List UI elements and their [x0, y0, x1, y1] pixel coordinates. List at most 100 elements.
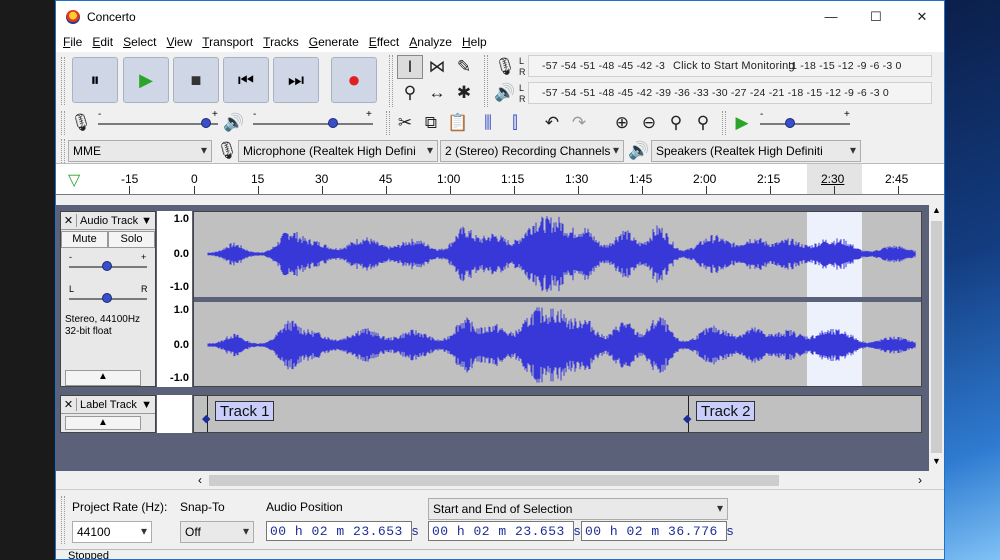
- toolbar-grip[interactable]: [61, 57, 65, 105]
- meter-grip[interactable]: [484, 55, 488, 107]
- undo-icon[interactable]: ↶: [539, 111, 565, 135]
- zoom-in-icon[interactable]: ⊕: [609, 111, 635, 135]
- track-area: ✕ Audio Track ▼ Mute Solo - + L R Stereo…: [56, 205, 929, 471]
- menu-select[interactable]: Select: [118, 35, 161, 49]
- silence-icon[interactable]: ⫿: [502, 111, 528, 135]
- selection-start-control[interactable]: 00 h 02 m 23.653 s: [428, 521, 581, 541]
- scroll-left-icon[interactable]: ‹: [193, 473, 207, 487]
- channels-select[interactable]: 2 (Stereo) Recording Channels: [440, 140, 624, 162]
- project-rate-select[interactable]: 44100: [72, 521, 152, 543]
- maximize-button[interactable]: ☐: [853, 1, 899, 32]
- skip-to-end-button[interactable]: ⏭: [273, 57, 319, 103]
- playback-volume-slider[interactable]: [253, 123, 373, 125]
- label-track-menu-chevron-icon[interactable]: ▼: [141, 399, 155, 411]
- playback-volume-thumb[interactable]: [328, 118, 338, 128]
- menu-generate[interactable]: Generate: [304, 35, 364, 49]
- desktop-left: [0, 0, 55, 560]
- selection-grip[interactable]: [61, 496, 65, 544]
- label-2-handle-icon[interactable]: ◆: [683, 412, 691, 425]
- record-volume-thumb[interactable]: [201, 118, 211, 128]
- menu-edit[interactable]: Edit: [87, 35, 118, 49]
- play-speed-thumb[interactable]: [785, 118, 795, 128]
- selection-tool-icon[interactable]: I: [397, 55, 423, 79]
- menu-help[interactable]: Help: [457, 35, 492, 49]
- audio-track-name[interactable]: Audio Track: [77, 215, 141, 227]
- mute-button[interactable]: Mute: [61, 231, 108, 248]
- close-track-icon[interactable]: ✕: [61, 214, 77, 227]
- pause-button[interactable]: ⏸: [72, 57, 118, 103]
- tools-grip[interactable]: [389, 55, 393, 107]
- scroll-right-icon[interactable]: ›: [913, 473, 927, 487]
- zoom-out-icon[interactable]: ⊖: [636, 111, 662, 135]
- collapse-track-icon[interactable]: ▲: [65, 370, 141, 386]
- pan-thumb[interactable]: [102, 293, 112, 303]
- collapse-label-track-icon[interactable]: ▲: [65, 416, 141, 430]
- mixer-grip[interactable]: [61, 111, 65, 135]
- multi-tool-icon[interactable]: ✱: [451, 81, 477, 105]
- ruler-tick: 1:45: [629, 172, 653, 186]
- solo-button[interactable]: Solo: [108, 231, 155, 248]
- input-device-select[interactable]: Microphone (Realtek High Defini: [238, 140, 438, 162]
- snap-to-select[interactable]: Off: [180, 521, 254, 543]
- playback-meter-icon[interactable]: 🔊: [492, 81, 518, 105]
- pinned-play-head-icon[interactable]: ▽: [68, 170, 80, 190]
- play-button[interactable]: ▶: [123, 57, 169, 103]
- minimize-button[interactable]: —: [808, 1, 854, 32]
- vertical-scroll-thumb[interactable]: [931, 221, 942, 453]
- device-grip[interactable]: [61, 139, 65, 163]
- play-speed-slider[interactable]: [760, 123, 850, 125]
- audio-waveform[interactable]: [193, 211, 922, 387]
- audio-position-control[interactable]: 00 h 02 m 23.653 s: [266, 521, 419, 541]
- fit-project-icon[interactable]: ⚲: [690, 111, 716, 135]
- copy-icon[interactable]: ⧉: [418, 111, 444, 135]
- horizontal-scrollbar[interactable]: ‹ ›: [193, 472, 929, 489]
- draw-tool-icon[interactable]: ✎: [451, 55, 477, 79]
- horizontal-scroll-thumb[interactable]: [209, 475, 779, 486]
- monitor-prompt[interactable]: Click to Start Monitoring: [673, 60, 795, 72]
- track-menu-chevron-icon[interactable]: ▼: [141, 215, 155, 227]
- close-label-track-icon[interactable]: ✕: [61, 398, 77, 411]
- label-track-area[interactable]: ◆ Track 1 ◆ Track 2: [193, 395, 922, 433]
- playback-meter-scale: -57 -54 -51 -48 -45 -42 -39 -36 -33 -30 …: [542, 87, 889, 99]
- close-button[interactable]: ✕: [899, 1, 944, 32]
- gain-thumb[interactable]: [102, 261, 112, 271]
- selection-end-control[interactable]: 00 h 02 m 36.776 s: [581, 521, 734, 541]
- label-1[interactable]: Track 1: [215, 401, 275, 421]
- label-1-handle-icon[interactable]: ◆: [202, 412, 210, 425]
- fit-selection-icon[interactable]: ⚲: [663, 111, 689, 135]
- ruler-mark: [450, 186, 451, 194]
- zoom-tool-icon[interactable]: ⚲: [397, 81, 423, 105]
- selection-mode-select[interactable]: Start and End of Selection: [428, 498, 728, 520]
- label-track-control-panel: ✕ Label Track ▼ ▲: [60, 395, 156, 433]
- scroll-down-icon[interactable]: ▼: [929, 456, 944, 470]
- play-at-speed-icon[interactable]: ▶: [729, 111, 755, 135]
- record-volume-slider[interactable]: [98, 123, 218, 125]
- skip-to-start-button[interactable]: ⏮: [223, 57, 269, 103]
- envelope-tool-icon[interactable]: ⋈: [424, 55, 450, 79]
- cut-icon[interactable]: ✂: [392, 111, 418, 135]
- record-button[interactable]: ●: [331, 57, 377, 103]
- menu-analyze[interactable]: Analyze: [404, 35, 457, 49]
- paste-icon[interactable]: 📋: [445, 111, 471, 135]
- input-device-icon: 🎙: [216, 141, 238, 160]
- scroll-up-icon[interactable]: ▲: [929, 205, 944, 219]
- stop-button[interactable]: ■: [173, 57, 219, 103]
- menu-transport[interactable]: Transport: [197, 35, 258, 49]
- menu-tracks[interactable]: Tracks: [258, 35, 304, 49]
- timeline-ruler[interactable]: ▽ -15 0 15 30 45 1:00 1:15 1:30 1:45 2:0…: [56, 163, 944, 195]
- menu-effect[interactable]: Effect: [364, 35, 404, 49]
- menu-file[interactable]: File: [58, 35, 87, 49]
- redo-icon[interactable]: ↷: [566, 111, 592, 135]
- label-track-name[interactable]: Label Track: [77, 399, 141, 411]
- record-meter-icon[interactable]: 🎙: [492, 55, 518, 79]
- edit-grip[interactable]: [386, 111, 390, 135]
- label-2[interactable]: Track 2: [696, 401, 756, 421]
- timeshift-tool-icon[interactable]: ↔: [424, 81, 450, 105]
- ruler-mark: [770, 186, 771, 194]
- audio-host-select[interactable]: MME: [68, 140, 212, 162]
- vertical-scrollbar[interactable]: ▲ ▼: [929, 205, 944, 471]
- menu-view[interactable]: View: [161, 35, 197, 49]
- trim-icon[interactable]: ⫼: [475, 111, 501, 135]
- play-at-speed-grip[interactable]: [722, 111, 726, 135]
- output-device-select[interactable]: Speakers (Realtek High Definiti: [651, 140, 861, 162]
